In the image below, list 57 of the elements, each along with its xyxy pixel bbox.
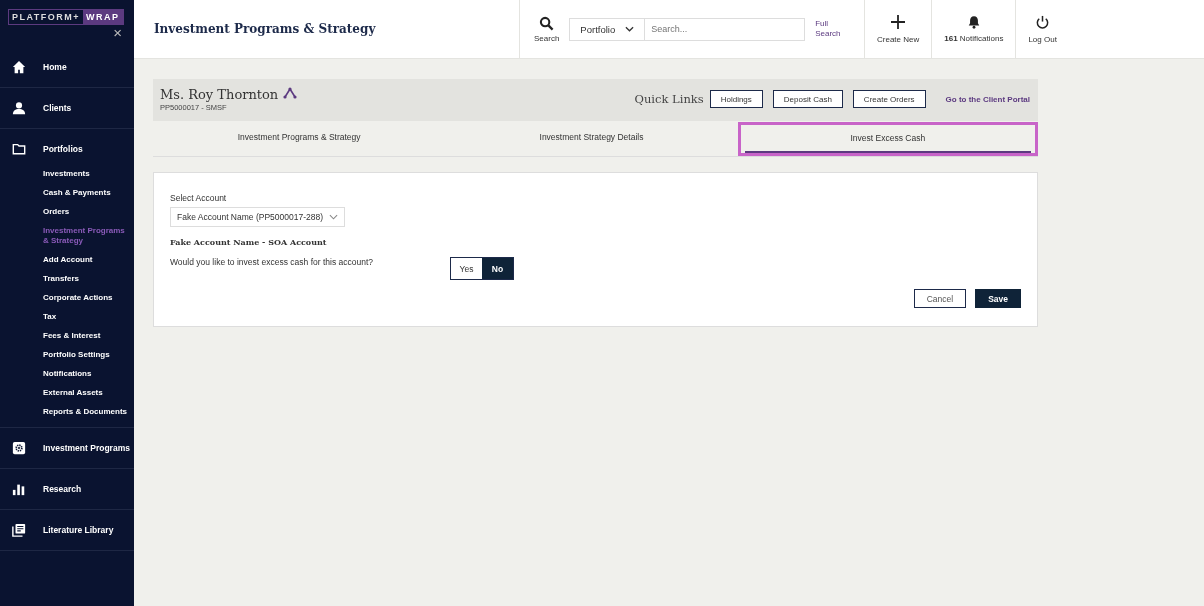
nav-item[interactable]: Investment Programs: [43, 443, 130, 453]
logo[interactable]: PLATFORM+ WRAP: [8, 9, 124, 25]
folder-icon: [12, 142, 26, 156]
client-name: Ms. Roy Thornton: [160, 86, 279, 102]
bar-chart-icon: [12, 482, 26, 496]
nav-subitem[interactable]: Orders: [43, 207, 70, 217]
quick-link-button[interactable]: Holdings: [709, 90, 763, 108]
nav-item[interactable]: Research: [43, 484, 82, 494]
home-icon: [12, 60, 26, 74]
search-button[interactable]: Search: [534, 15, 560, 43]
nav-item[interactable]: Portfolios: [43, 144, 83, 154]
cancel-button[interactable]: Cancel: [913, 289, 967, 308]
search-icon: [539, 15, 555, 31]
scope-dropdown[interactable]: Portfolio: [569, 17, 646, 41]
chevron-down-icon: [625, 26, 635, 32]
question-text: Would you like to invest excess cash for this account?: [170, 257, 374, 267]
nav-subitem[interactable]: Investments: [43, 169, 90, 179]
gear-icon: [12, 441, 26, 455]
nav-subitem[interactable]: Fees & Interest: [43, 331, 101, 341]
toggle-option[interactable]: No: [482, 258, 513, 279]
close-icon[interactable]: ×: [113, 25, 122, 41]
account-heading: Fake Account Name - SOA Account: [170, 237, 328, 247]
search-field[interactable]: Search...: [645, 17, 806, 41]
account-dropdown[interactable]: Fake Account Name (PP5000017-288): [170, 207, 345, 227]
nav-item[interactable]: Clients: [43, 103, 72, 113]
nav-subitem[interactable]: Reports & Documents: [43, 407, 127, 417]
person-icon: [12, 101, 26, 115]
nav-subitem[interactable]: Tax: [43, 312, 57, 322]
header-button[interactable]: 161 Notifications: [931, 0, 1016, 58]
tab[interactable]: Invest Excess Cash: [744, 129, 1031, 153]
plus-icon: [890, 14, 907, 30]
tab[interactable]: Investment Strategy Details: [448, 124, 735, 153]
documents-icon: [12, 523, 26, 537]
nav-subitem[interactable]: Portfolio Settings: [43, 350, 110, 360]
nav-subitem[interactable]: Corporate Actions: [43, 293, 113, 303]
power-icon: [1035, 14, 1051, 30]
quick-link-button[interactable]: Deposit Cash: [772, 90, 843, 108]
nav-subitem[interactable]: Notifications: [43, 369, 92, 379]
field-label: Select Account: [170, 193, 228, 203]
header-button[interactable]: Log Out: [1015, 0, 1069, 58]
nav-subitem[interactable]: Add Account: [43, 255, 93, 265]
nav-item[interactable]: Literature Library: [43, 525, 114, 535]
nav-subitem[interactable]: External Assets: [43, 388, 103, 398]
nav-item[interactable]: Home: [43, 62, 67, 72]
client-portal-link[interactable]: Go to the Client Portal: [945, 94, 1030, 104]
tab[interactable]: Investment Programs & Strategy: [156, 124, 443, 153]
bell-icon: [966, 15, 981, 29]
full-search-link[interactable]: Full Search: [815, 19, 842, 39]
chevron-down-icon: [329, 214, 338, 220]
nav-subitem[interactable]: Investment Programs & Strategy: [43, 226, 131, 246]
save-button[interactable]: Save: [975, 289, 1021, 308]
quick-link-button[interactable]: Create Orders: [852, 90, 926, 108]
header-button[interactable]: Create New: [864, 0, 932, 58]
nav-subitem[interactable]: Cash & Payments: [43, 188, 111, 198]
nav-subitem[interactable]: Transfers: [43, 274, 80, 284]
quick-links-title: Quick Links: [634, 92, 704, 106]
page-title: Investment Programs & Strategy: [153, 22, 377, 36]
